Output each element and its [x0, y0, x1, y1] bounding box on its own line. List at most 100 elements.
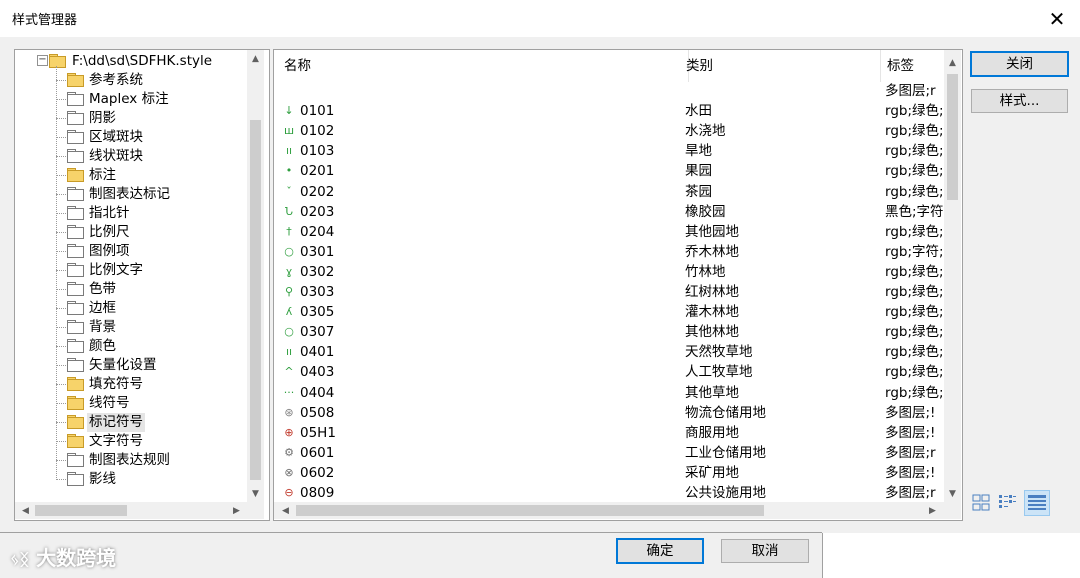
tree-item-label: 指北针: [89, 205, 130, 221]
cell-category: 灌木林地: [685, 304, 739, 321]
cell-category: 其他林地: [685, 324, 739, 341]
large-icons-view-icon[interactable]: [971, 492, 991, 512]
folder-icon: [67, 301, 84, 315]
tree-item-label: 参考系统: [89, 72, 143, 88]
list-row[interactable]: ○ 0301 乔木林地 rgb;字符;: [274, 242, 944, 262]
tree-item-label: 线符号: [89, 395, 130, 411]
cell-category: 工业仓储用地: [685, 444, 766, 461]
list-row[interactable]: ⊖ 0809 公共设施用地 多图层;r: [274, 483, 944, 503]
folder-icon: [67, 396, 84, 410]
column-header-name[interactable]: 名称: [274, 50, 689, 82]
folder-icon: [67, 453, 84, 467]
cell-name: 0401: [300, 344, 335, 361]
cell-name: 0102: [300, 123, 335, 140]
folder-icon: [67, 244, 84, 258]
list-row[interactable]: ıı 0103 旱地 rgb;绿色;: [274, 141, 944, 161]
details-view-icon[interactable]: [1024, 490, 1050, 516]
symbol-preview-icon: •: [285, 164, 293, 178]
symbol-preview-icon: ıı: [285, 345, 293, 359]
cell-tags: rgb;绿色;: [885, 384, 943, 401]
collapse-icon[interactable]: −: [37, 55, 48, 66]
list-row[interactable]: ⊛ 0508 物流仓储用地 多图层;!: [274, 403, 944, 423]
list-row[interactable]: ⊕ 05H1 商服用地 多图层;!: [274, 423, 944, 443]
list-row[interactable]: ˇ 0202 茶园 rgb;绿色;: [274, 182, 944, 202]
folder-icon: [67, 149, 84, 163]
cell-category: 采矿用地: [685, 464, 739, 481]
close-button[interactable]: 关闭: [970, 51, 1069, 77]
folder-icon: [67, 377, 84, 391]
scroll-left-icon[interactable]: ◀: [277, 502, 294, 519]
style-button[interactable]: 样式...: [971, 89, 1068, 113]
list-row[interactable]: • 0201 果园 rgb;绿色;: [274, 161, 944, 181]
style-tree[interactable]: − F:\dd\sd\SDFHK.style 参考系统 Maplex 标注 阴影 区域…: [14, 49, 270, 521]
tree-item-label: Maplex 标注: [89, 91, 169, 107]
symbol-preview-icon: ⊖: [284, 486, 294, 499]
window-close-icon[interactable]: ✕: [1034, 0, 1080, 37]
scroll-left-icon[interactable]: ◀: [17, 502, 34, 519]
tree-vertical-scrollbar[interactable]: ▲ ▼: [247, 50, 264, 502]
cell-name: 0305: [300, 304, 335, 321]
list-row[interactable]: ⚙ 0601 工业仓储用地 多图层;r: [274, 443, 944, 463]
cell-name: 0203: [300, 203, 335, 220]
scroll-up-icon[interactable]: ▲: [247, 50, 264, 67]
tree-scroll-thumb[interactable]: [250, 120, 261, 480]
cell-tags: 多图层;!: [885, 424, 936, 441]
list-row[interactable]: Ն 0203 橡胶园 黑色;字符: [274, 202, 944, 222]
list-scroll-thumb[interactable]: [947, 74, 958, 200]
symbol-preview-icon: ⊗: [284, 465, 294, 479]
scroll-down-icon[interactable]: ▼: [247, 485, 264, 502]
cell-category: 天然牧草地: [685, 344, 753, 361]
list-row[interactable]: ↓ 0101 水田 rgb;绿色;: [274, 101, 944, 121]
tree-horizontal-scrollbar[interactable]: ◀ ▶: [15, 502, 247, 519]
list-vertical-scrollbar[interactable]: ▲ ▼: [944, 50, 961, 502]
cell-tags: 黑色;字符: [885, 203, 943, 220]
scroll-right-icon[interactable]: ▶: [924, 502, 941, 519]
list-row[interactable]: † 0204 其他园地 rgb;绿色;: [274, 222, 944, 242]
list-row[interactable]: ɣ 0302 竹林地 rgb;绿色;: [274, 262, 944, 282]
tree-item-label: 图例项: [89, 243, 130, 259]
symbol-list[interactable]: 名称 类别 标签 多图层;r ↓ 0101 水田 rgb;绿色; ш 0102 水浇地 rgb;…: [273, 49, 963, 521]
scroll-up-icon[interactable]: ▲: [944, 54, 961, 71]
symbol-preview-icon: ɣ: [285, 264, 293, 278]
list-row[interactable]: ʎ 0305 灌木林地 rgb;绿色;: [274, 302, 944, 322]
list-horizontal-scrollbar[interactable]: ◀ ▶: [274, 502, 944, 519]
list-hscroll-thumb[interactable]: [296, 505, 764, 516]
cell-category: 物流仓储用地: [685, 404, 766, 421]
tree-item-label: 比例尺: [89, 224, 130, 240]
tree-item-label: 文字符号: [89, 433, 143, 449]
list-row[interactable]: ⚲ 0303 红树林地 rgb;绿色;: [274, 282, 944, 302]
folder-icon: [67, 168, 84, 182]
cell-category: 水田: [685, 103, 712, 120]
list-row[interactable]: ш 0102 水浇地 rgb;绿色;: [274, 121, 944, 141]
cancel-button[interactable]: 取消: [721, 539, 809, 563]
cell-category: 旱地: [685, 143, 712, 160]
folder-icon: [67, 206, 84, 220]
folder-icon: [67, 472, 84, 486]
tree-item-label: 填充符号: [89, 376, 143, 392]
cell-tags: 多图层;!: [885, 404, 936, 421]
list-row[interactable]: ··· 0404 其他草地 rgb;绿色;: [274, 383, 944, 403]
list-row[interactable]: 多图层;r: [274, 81, 944, 101]
tree-hscroll-thumb[interactable]: [35, 505, 127, 516]
cell-tags: 多图层;!: [885, 464, 936, 481]
tree-item-label: 标记符号: [87, 413, 145, 432]
folder-icon: [67, 320, 84, 334]
tree-item-label: 色带: [89, 281, 116, 297]
column-header-category[interactable]: 类别: [679, 50, 881, 82]
list-row[interactable]: ⊗ 0602 采矿用地 多图层;!: [274, 463, 944, 483]
list-row[interactable]: ıı 0401 天然牧草地 rgb;绿色;: [274, 342, 944, 362]
cell-tags: rgb;绿色;: [885, 324, 943, 341]
list-row[interactable]: ^ 0403 人工牧草地 rgb;绿色;: [274, 362, 944, 382]
scroll-right-icon[interactable]: ▶: [228, 502, 245, 519]
list-row[interactable]: ○ 0307 其他林地 rgb;绿色;: [274, 322, 944, 342]
folder-icon: [67, 92, 84, 106]
list-view-icon[interactable]: [997, 492, 1017, 512]
ok-button[interactable]: 确定: [616, 538, 704, 564]
folder-icon: [67, 187, 84, 201]
cell-tags: rgb;绿色;: [885, 284, 943, 300]
cell-name: 0508: [300, 404, 335, 421]
cell-category: 竹林地: [685, 263, 726, 280]
scroll-down-icon[interactable]: ▼: [944, 485, 961, 502]
tree-item-label: 标注: [89, 167, 116, 183]
tree-root-label: F:\dd\sd\SDFHK.style: [72, 53, 213, 69]
